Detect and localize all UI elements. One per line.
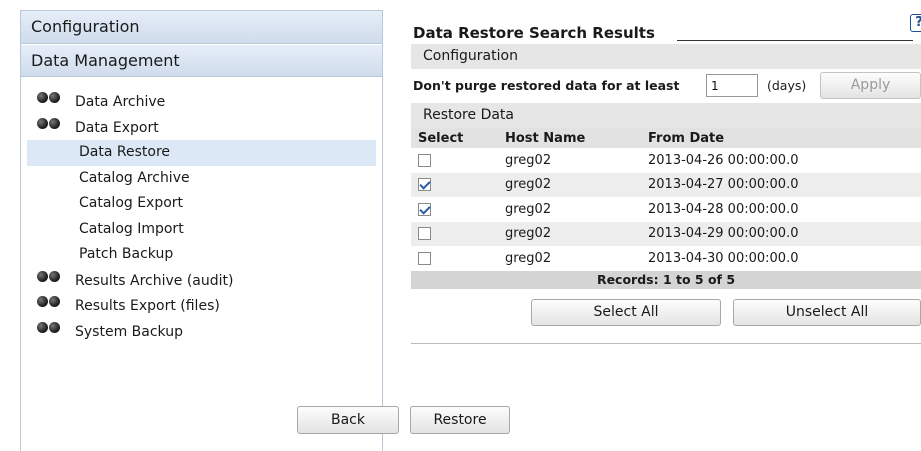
days-unit-label: (days) bbox=[767, 78, 807, 93]
nav-item-label: Results Export (files) bbox=[75, 297, 220, 314]
records-count: Records: 1 to 5 of 5 bbox=[411, 270, 921, 289]
nav-item-label: Data Export bbox=[75, 119, 159, 136]
host-name-cell: greg02 bbox=[505, 201, 552, 217]
column-header-from-date[interactable]: From Date bbox=[648, 128, 921, 148]
table-row: greg02 2013-04-30 00:00:00.0 bbox=[411, 246, 921, 271]
nav-item-results-export[interactable]: Results Export (files) bbox=[27, 293, 376, 319]
nav-item-label: Results Archive (audit) bbox=[75, 272, 234, 289]
table-row: greg02 2013-04-26 00:00:00.0 bbox=[411, 148, 921, 173]
status-dots-icon bbox=[37, 291, 75, 317]
purge-label: Don't purge restored data for at least bbox=[413, 78, 680, 93]
row-select-checkbox[interactable] bbox=[418, 202, 431, 216]
table-row: greg02 2013-04-29 00:00:00.0 bbox=[411, 221, 921, 246]
from-date-cell: 2013-04-28 00:00:00.0 bbox=[648, 201, 799, 217]
row-select-checkbox[interactable] bbox=[418, 178, 431, 192]
nav-item-data-export[interactable]: Data Export bbox=[27, 115, 376, 141]
nav-item-label: System Backup bbox=[75, 323, 183, 340]
table-row: greg02 2013-04-27 00:00:00.0 bbox=[411, 172, 921, 197]
nav-item-catalog-import[interactable]: Catalog Import bbox=[27, 217, 376, 243]
column-header-host-name[interactable]: Host Name bbox=[505, 128, 648, 148]
nav-item-system-backup[interactable]: System Backup bbox=[27, 319, 376, 345]
nav-item-catalog-export[interactable]: Catalog Export bbox=[27, 191, 376, 217]
host-name-cell: greg02 bbox=[505, 152, 552, 168]
status-dots-icon bbox=[37, 317, 75, 343]
help-icon[interactable]: ? bbox=[910, 14, 921, 32]
row-select-checkbox[interactable] bbox=[418, 153, 431, 167]
from-date-cell: 2013-04-29 00:00:00.0 bbox=[648, 221, 921, 246]
nav-item-results-archive[interactable]: Results Archive (audit) bbox=[27, 268, 376, 294]
table-row: greg02 2013-04-28 00:00:00.0 bbox=[411, 197, 921, 222]
title-row: Data Restore Search Results ? bbox=[411, 10, 921, 44]
nav-item-label: Data Archive bbox=[75, 93, 166, 110]
nav-item-label: Catalog Export bbox=[79, 195, 184, 211]
nav-item-label: Catalog Import bbox=[79, 220, 184, 237]
selection-buttons-row: Select All Unselect All bbox=[411, 289, 921, 333]
host-name-cell: greg02 bbox=[505, 221, 648, 246]
select-all-button[interactable]: Select All bbox=[531, 298, 721, 326]
nav-item-data-archive[interactable]: Data Archive bbox=[27, 89, 376, 115]
restore-button[interactable]: Restore bbox=[410, 406, 510, 434]
page-title: Data Restore Search Results bbox=[413, 24, 655, 42]
nav-item-label: Data Restore bbox=[79, 144, 170, 160]
purge-setting-row: Don't purge restored data for at least (… bbox=[411, 69, 921, 103]
from-date-cell: 2013-04-27 00:00:00.0 bbox=[648, 172, 921, 197]
main-content: Data Restore Search Results ? Configurat… bbox=[411, 10, 921, 451]
restore-data-section-header: Restore Data bbox=[411, 103, 921, 128]
nav-item-data-restore[interactable]: Data Restore bbox=[27, 140, 376, 166]
restore-data-table: Select Host Name From Date greg02 2013-0… bbox=[411, 128, 921, 271]
nav-item-label: Catalog Archive bbox=[79, 169, 190, 186]
status-dots-icon bbox=[37, 113, 75, 139]
row-select-checkbox[interactable] bbox=[418, 251, 431, 265]
purge-days-input[interactable] bbox=[706, 74, 758, 97]
column-header-select[interactable]: Select bbox=[411, 128, 505, 148]
unselect-all-button[interactable]: Unselect All bbox=[733, 298, 921, 326]
title-underline bbox=[677, 40, 913, 41]
from-date-cell: 2013-04-30 00:00:00.0 bbox=[648, 250, 799, 266]
nav-header-data-management[interactable]: Data Management bbox=[21, 44, 382, 77]
nav-item-catalog-archive[interactable]: Catalog Archive bbox=[27, 166, 376, 192]
nav-item-label: Patch Backup bbox=[79, 246, 174, 262]
host-name-cell: greg02 bbox=[505, 172, 648, 197]
from-date-cell: 2013-04-26 00:00:00.0 bbox=[648, 152, 799, 168]
section-divider bbox=[411, 342, 921, 344]
configuration-section-header: Configuration bbox=[411, 44, 921, 69]
table-header-row: Select Host Name From Date bbox=[411, 128, 921, 148]
status-dots-icon bbox=[37, 266, 75, 292]
navigation-panel: Configuration Data Management Data Archi… bbox=[20, 10, 383, 451]
nav-tree: Data Archive Data Export Data Restore Ca… bbox=[21, 77, 382, 344]
back-button[interactable]: Back bbox=[297, 406, 399, 434]
apply-button[interactable]: Apply bbox=[820, 72, 921, 99]
nav-header-configuration[interactable]: Configuration bbox=[21, 11, 382, 44]
status-dots-icon bbox=[37, 87, 75, 113]
row-select-checkbox[interactable] bbox=[418, 227, 431, 241]
nav-item-patch-backup[interactable]: Patch Backup bbox=[27, 242, 376, 268]
host-name-cell: greg02 bbox=[505, 250, 552, 266]
